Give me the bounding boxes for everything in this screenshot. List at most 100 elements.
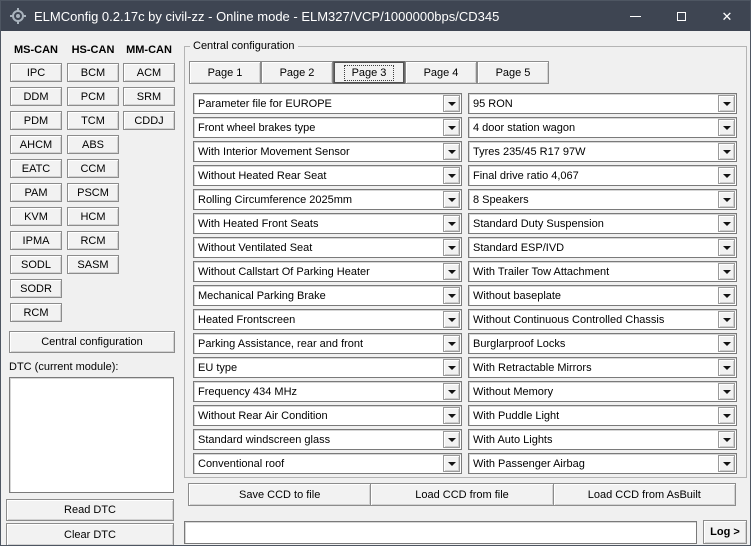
config-combobox[interactable]: Parameter file for EUROPE	[193, 93, 462, 114]
log-input[interactable]	[184, 521, 697, 544]
config-combobox[interactable]: 95 RON	[468, 93, 737, 114]
dropdown-button[interactable]	[718, 95, 735, 112]
dropdown-button[interactable]	[443, 191, 460, 208]
ccd-button[interactable]: Save CCD to file	[188, 483, 371, 506]
dropdown-button[interactable]	[443, 143, 460, 160]
module-button[interactable]: PDM	[10, 111, 62, 130]
config-combobox[interactable]: Heated Frontscreen	[193, 309, 462, 330]
config-combobox[interactable]: Parking Assistance, rear and front	[193, 333, 462, 354]
config-combobox[interactable]: Tyres 235/45 R17 97W	[468, 141, 737, 162]
dropdown-button[interactable]	[718, 143, 735, 160]
config-combobox[interactable]: Standard Duty Suspension	[468, 213, 737, 234]
module-button[interactable]: ACM	[123, 63, 175, 82]
ccd-button[interactable]: Load CCD from file	[370, 483, 553, 506]
clear-dtc-button[interactable]: Clear DTC	[6, 523, 174, 546]
dropdown-button[interactable]	[718, 455, 735, 472]
module-button[interactable]: PSCM	[67, 183, 119, 202]
config-combobox[interactable]: Rolling Circumference 2025mm	[193, 189, 462, 210]
dropdown-button[interactable]	[443, 263, 460, 280]
config-combobox[interactable]: Burglarproof Locks	[468, 333, 737, 354]
config-combobox[interactable]: With Heated Front Seats	[193, 213, 462, 234]
page-tab[interactable]: Page 1	[189, 61, 261, 84]
module-button[interactable]: IPC	[10, 63, 62, 82]
dropdown-button[interactable]	[718, 215, 735, 232]
config-combobox[interactable]: 8 Speakers	[468, 189, 737, 210]
config-combobox[interactable]: Without baseplate	[468, 285, 737, 306]
module-button[interactable]: RCM	[67, 231, 119, 250]
config-combobox[interactable]: Front wheel brakes type	[193, 117, 462, 138]
config-combobox[interactable]: EU type	[193, 357, 462, 378]
config-combobox[interactable]: Without Rear Air Condition	[193, 405, 462, 426]
config-combobox[interactable]: With Interior Movement Sensor	[193, 141, 462, 162]
dropdown-button[interactable]	[443, 287, 460, 304]
config-combobox[interactable]: Without Callstart Of Parking Heater	[193, 261, 462, 282]
module-button[interactable]: CCM	[67, 159, 119, 178]
config-combobox[interactable]: 4 door station wagon	[468, 117, 737, 138]
config-combobox[interactable]: Mechanical Parking Brake	[193, 285, 462, 306]
module-button[interactable]: CDDJ	[123, 111, 175, 130]
config-combobox[interactable]: Without Heated Rear Seat	[193, 165, 462, 186]
page-tab[interactable]: Page 4	[405, 61, 477, 84]
config-combobox[interactable]: With Auto Lights	[468, 429, 737, 450]
module-button[interactable]: EATC	[10, 159, 62, 178]
page-tab[interactable]: Page 3	[333, 61, 405, 84]
page-tab[interactable]: Page 5	[477, 61, 549, 84]
dropdown-button[interactable]	[718, 359, 735, 376]
module-button[interactable]: PAM	[10, 183, 62, 202]
config-combobox[interactable]: Standard windscreen glass	[193, 429, 462, 450]
dropdown-button[interactable]	[443, 455, 460, 472]
log-toggle-button[interactable]: Log >	[703, 520, 747, 544]
module-button[interactable]: SRM	[123, 87, 175, 106]
module-button[interactable]: PCM	[67, 87, 119, 106]
module-button[interactable]: KVM	[10, 207, 62, 226]
minimize-button[interactable]	[612, 1, 658, 31]
config-combobox[interactable]: Conventional roof	[193, 453, 462, 474]
dropdown-button[interactable]	[443, 335, 460, 352]
config-combobox[interactable]: With Puddle Light	[468, 405, 737, 426]
dropdown-button[interactable]	[718, 287, 735, 304]
dropdown-button[interactable]	[718, 383, 735, 400]
config-combobox[interactable]: With Trailer Tow Attachment	[468, 261, 737, 282]
module-button[interactable]: TCM	[67, 111, 119, 130]
dropdown-button[interactable]	[718, 311, 735, 328]
module-button[interactable]: ABS	[67, 135, 119, 154]
dropdown-button[interactable]	[718, 191, 735, 208]
dropdown-button[interactable]	[718, 431, 735, 448]
config-combobox[interactable]: Standard ESP/IVD	[468, 237, 737, 258]
maximize-button[interactable]	[658, 1, 704, 31]
dropdown-button[interactable]	[443, 383, 460, 400]
config-combobox[interactable]: Frequency 434 MHz	[193, 381, 462, 402]
dropdown-button[interactable]	[443, 311, 460, 328]
dropdown-button[interactable]	[718, 335, 735, 352]
config-combobox[interactable]: Final drive ratio 4,067	[468, 165, 737, 186]
module-button[interactable]: AHCM	[10, 135, 62, 154]
dropdown-button[interactable]	[443, 119, 460, 136]
config-combobox[interactable]: With Retractable Mirrors	[468, 357, 737, 378]
dropdown-button[interactable]	[718, 239, 735, 256]
module-button[interactable]: RCM	[10, 303, 62, 322]
module-button[interactable]: DDM	[10, 87, 62, 106]
dropdown-button[interactable]	[443, 431, 460, 448]
page-tab[interactable]: Page 2	[261, 61, 333, 84]
read-dtc-button[interactable]: Read DTC	[6, 499, 174, 521]
config-combobox[interactable]: Without Ventilated Seat	[193, 237, 462, 258]
central-configuration-button[interactable]: Central configuration	[9, 331, 175, 353]
config-combobox[interactable]: Without Continuous Controlled Chassis	[468, 309, 737, 330]
dropdown-button[interactable]	[718, 119, 735, 136]
dropdown-button[interactable]	[718, 167, 735, 184]
module-button[interactable]: IPMA	[10, 231, 62, 250]
dropdown-button[interactable]	[443, 95, 460, 112]
ccd-button[interactable]: Load CCD from AsBuilt	[553, 483, 736, 506]
dropdown-button[interactable]	[443, 167, 460, 184]
module-button[interactable]: SASM	[67, 255, 119, 274]
module-button[interactable]: HCM	[67, 207, 119, 226]
module-button[interactable]: SODR	[10, 279, 62, 298]
dropdown-button[interactable]	[443, 359, 460, 376]
close-button[interactable]: ✕	[704, 1, 750, 31]
module-button[interactable]: SODL	[10, 255, 62, 274]
config-combobox[interactable]: Without Memory	[468, 381, 737, 402]
dropdown-button[interactable]	[443, 239, 460, 256]
dropdown-button[interactable]	[443, 215, 460, 232]
module-button[interactable]: BCM	[67, 63, 119, 82]
dropdown-button[interactable]	[443, 407, 460, 424]
